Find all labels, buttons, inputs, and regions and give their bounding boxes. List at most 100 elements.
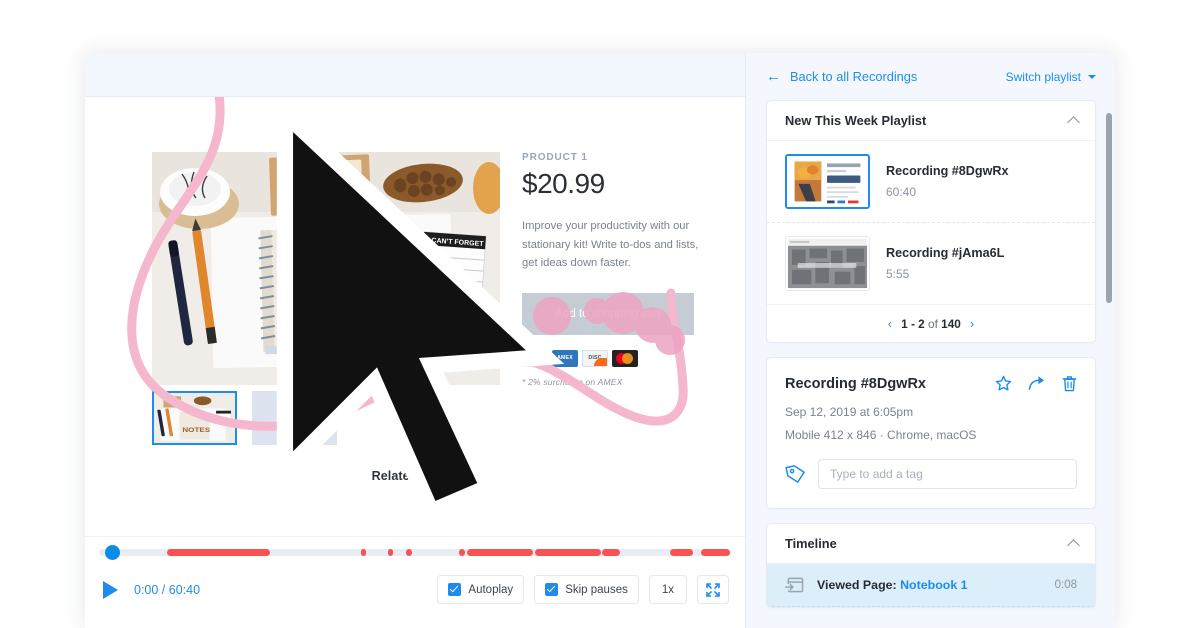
replayed-store-page: NOTES I CAN'T FORGET NOTES Related items… (85, 97, 745, 536)
detail-date: Sep 12, 2019 at 6:05pm (785, 405, 914, 419)
product-thumbnail-1[interactable]: NOTES (152, 391, 237, 445)
pagination-range: 1 - 2 (901, 316, 925, 331)
list-item[interactable]: Recording #8DgwRx 60:40 (767, 141, 1095, 222)
time-display: 0:00 / 60:40 (134, 582, 201, 597)
recording-info: Recording #8DgwRx 60:40 (886, 164, 1008, 199)
skip-pauses-checkbox[interactable] (545, 583, 559, 596)
favorite-icon[interactable] (995, 375, 1012, 392)
discover-icon: DISC (582, 349, 608, 367)
product-eyebrow: PRODUCT 1 (522, 152, 588, 163)
sidebar-header: ← Back to all Recordings Switch playlist (746, 53, 1115, 100)
recording-info: Recording #jAma6L 5:55 (886, 246, 1004, 281)
activity-segment (459, 549, 465, 556)
play-button[interactable] (103, 580, 118, 599)
activity-segment (670, 549, 694, 556)
progress-handle[interactable] (105, 545, 120, 560)
activity-segment (167, 549, 270, 556)
workshop-page-thumb (786, 237, 869, 290)
tag-row (785, 459, 1077, 489)
chevron-up-icon[interactable] (1067, 115, 1080, 129)
playlist-title: New This Week Playlist (785, 113, 927, 128)
recording-title: Recording #8DgwRx (886, 164, 1009, 178)
timeline-event-link[interactable]: Notebook 1 (900, 578, 967, 592)
delete-icon[interactable] (1062, 375, 1077, 392)
recording-thumbnail[interactable] (785, 236, 870, 291)
product-description: Improve your productivity with our stati… (522, 220, 699, 269)
autoplay-label: Autoplay (468, 583, 514, 596)
sidebar-scrollbar[interactable] (1106, 113, 1112, 303)
page-view-icon (785, 577, 804, 593)
mastercard-icon (612, 349, 638, 367)
sidebar: ← Back to all Recordings Switch playlist… (745, 53, 1115, 628)
product-photo[interactable]: NOTES I CAN'T FORGET (152, 152, 500, 385)
timeline-event-prefix: Viewed Page: (817, 578, 901, 592)
timeline-event-time: 0:08 (1054, 579, 1077, 591)
recording-thumbnail[interactable] (785, 154, 870, 209)
back-link-label: Back to all Recordings (790, 69, 918, 84)
back-to-recordings-link[interactable]: ← Back to all Recordings (766, 69, 917, 84)
app-window: NOTES I CAN'T FORGET NOTES Related items… (85, 53, 1115, 628)
add-to-cart-label: Add to shopping cart (555, 307, 661, 320)
activity-segment (466, 549, 534, 556)
timeline-header[interactable]: Timeline (767, 524, 1095, 564)
list-item[interactable]: Recording #jAma6L 5:55 (767, 222, 1095, 304)
activity-segment (700, 549, 730, 556)
surcharge-note: * 2% surcharge on AMEX (522, 376, 623, 387)
activity-segment (405, 549, 412, 556)
player-controls-right: Autoplay Skip pauses 1x (437, 575, 729, 604)
chevron-down-icon (1088, 74, 1096, 79)
timeline-card: Timeline Viewed Page: Notebook 1 0:08 (766, 523, 1096, 608)
amex-icon: AMEX (552, 349, 578, 367)
add-to-cart-button[interactable]: Add to shopping cart → (522, 292, 694, 335)
activity-segment (602, 549, 620, 556)
chevron-left-icon[interactable]: ‹ (888, 316, 892, 331)
pagination: ‹ 1 - 2 of 140 › (767, 304, 1095, 342)
product-price: $20.99 (522, 168, 605, 199)
svg-text:NOTES: NOTES (182, 426, 210, 434)
detail-actions (995, 375, 1077, 392)
tag-icon[interactable] (785, 464, 806, 485)
arrow-left-icon: ← (766, 68, 781, 85)
payment-card-icons: VISA AMEX DISC (522, 349, 712, 367)
autoplay-toggle[interactable]: Autoplay (437, 575, 525, 604)
player-controls: 0:00 / 60:40 Autoplay Skip pauses 1x (85, 536, 745, 628)
fullscreen-icon (706, 582, 720, 597)
related-items-label: Related items: (371, 469, 459, 483)
switch-playlist-button[interactable]: Switch playlist (1006, 70, 1096, 84)
detail-title-row: Recording #8DgwRx (785, 375, 1077, 392)
pagination-of: of (928, 316, 938, 331)
product-thumbnail-2[interactable] (252, 391, 337, 445)
arrow-right-icon: → (665, 306, 678, 321)
player-pane: NOTES I CAN'T FORGET NOTES Related items… (85, 53, 745, 628)
list-item[interactable]: Viewed Page: Notebook 1 0:08 (767, 564, 1095, 607)
share-icon[interactable] (1028, 375, 1046, 392)
detail-device: Mobile 412 x 846 · Chrome, macOS (785, 428, 977, 442)
skip-pauses-toggle[interactable]: Skip pauses (534, 575, 639, 604)
orange-bouquet-page-thumb (787, 156, 868, 207)
detail-title: Recording #8DgwRx (785, 375, 926, 392)
product-info: PRODUCT 1 $20.99 Improve your productivi… (522, 152, 712, 387)
svg-text:NOTES: NOTES (280, 295, 389, 331)
timeline-title: Timeline (785, 536, 837, 551)
timeline-event-label: Viewed Page: Notebook 1 (817, 578, 968, 592)
fullscreen-button[interactable] (697, 575, 729, 604)
playlist-header[interactable]: New This Week Playlist (767, 101, 1095, 141)
pagination-total: 140 (941, 316, 961, 331)
desk-flatlay-thumb-illustration: NOTES (154, 393, 235, 443)
activity-segment (361, 549, 366, 556)
playback-speed-button[interactable]: 1x (648, 575, 687, 604)
activity-segment (535, 549, 602, 556)
player-viewport[interactable]: NOTES I CAN'T FORGET NOTES Related items… (85, 97, 745, 536)
chevron-right-icon[interactable]: › (970, 316, 974, 331)
recording-title: Recording #jAma6L (886, 246, 1005, 260)
progress-bar[interactable] (99, 545, 731, 560)
autoplay-checkbox[interactable] (448, 583, 462, 596)
skip-pauses-label: Skip pauses (565, 583, 628, 596)
desk-flatlay-illustration: NOTES I CAN'T FORGET (152, 152, 500, 385)
recording-duration: 5:55 (886, 267, 910, 281)
chevron-up-icon[interactable] (1067, 538, 1080, 552)
player-controls-row: 0:00 / 60:40 Autoplay Skip pauses 1x (85, 567, 745, 612)
tag-input[interactable] (818, 459, 1077, 489)
recording-duration: 60:40 (886, 185, 917, 199)
pagination-text: 1 - 2 of 140 (901, 317, 961, 331)
